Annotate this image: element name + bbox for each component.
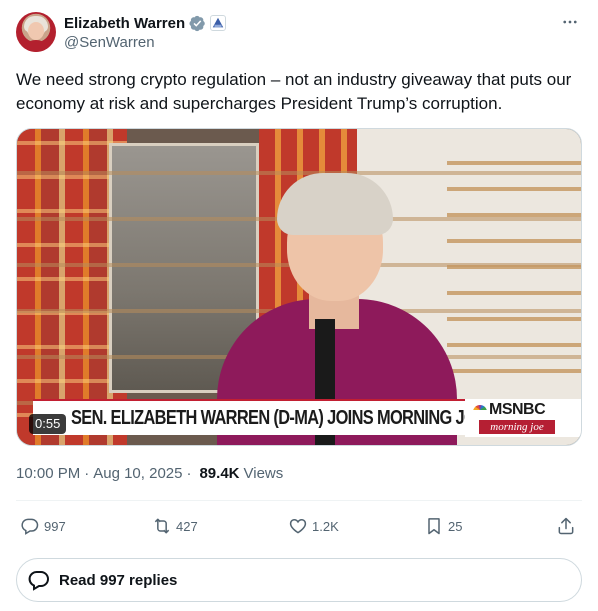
bookmark-button[interactable]: 25 (424, 512, 462, 540)
action-bar: 997 427 1.2K 25 (16, 512, 582, 540)
video-duration: 0:55 (29, 414, 67, 434)
reply-bubble-icon (28, 571, 49, 591)
verified-badge-icon[interactable] (189, 15, 206, 32)
like-count: 1.2K (312, 518, 339, 534)
network-logo: MSNBC morning joe (465, 399, 581, 437)
read-replies-button[interactable]: Read 997 replies (16, 558, 582, 602)
repost-button[interactable]: 427 (152, 512, 198, 540)
like-button[interactable]: 1.2K (288, 512, 339, 540)
tweet-date[interactable]: Aug 10, 2025 (93, 465, 182, 482)
author-display-name[interactable]: Elizabeth Warren (64, 15, 185, 32)
share-button[interactable] (556, 512, 576, 540)
read-replies-label: Read 997 replies (59, 571, 178, 589)
author-handle[interactable]: @SenWarren (64, 34, 226, 51)
share-icon (558, 517, 574, 535)
chyron-text: SEN. ELIZABETH WARREN (D-MA) JOINS MORNI… (71, 407, 487, 429)
tweet-meta: 10:00 PM · Aug 10, 2025 · 89.4K Views (16, 465, 283, 482)
heart-icon (289, 518, 307, 534)
author-block: Elizabeth Warren @SenWarren (64, 13, 227, 51)
reply-button[interactable]: 997 (20, 512, 66, 540)
views-label: Views (243, 465, 284, 482)
bookmark-count: 25 (448, 518, 463, 534)
repost-count: 427 (176, 518, 198, 534)
repost-icon (154, 518, 170, 534)
tweet-time[interactable]: 10:00 PM (16, 465, 80, 482)
peacock-icon (473, 404, 487, 415)
tweet-text: We need strong crypto regulation – not a… (16, 70, 572, 113)
divider (16, 500, 582, 501)
video-player[interactable]: SEN. ELIZABETH WARREN (D-MA) JOINS MORNI… (16, 128, 582, 446)
more-options-icon[interactable] (558, 12, 582, 32)
bookmark-icon (428, 518, 440, 535)
separator-dot: · (84, 465, 90, 482)
network-name: MSNBC (489, 401, 546, 418)
reply-count: 997 (44, 518, 66, 534)
separator-dot: · (186, 465, 192, 482)
us-senate-badge-icon[interactable] (210, 15, 227, 31)
tweet-header: Elizabeth Warren @SenWarren (16, 12, 582, 54)
reply-icon (21, 518, 39, 535)
show-name: morning joe (479, 420, 555, 434)
views-count: 89.4K (199, 465, 240, 482)
avatar[interactable] (16, 12, 56, 52)
